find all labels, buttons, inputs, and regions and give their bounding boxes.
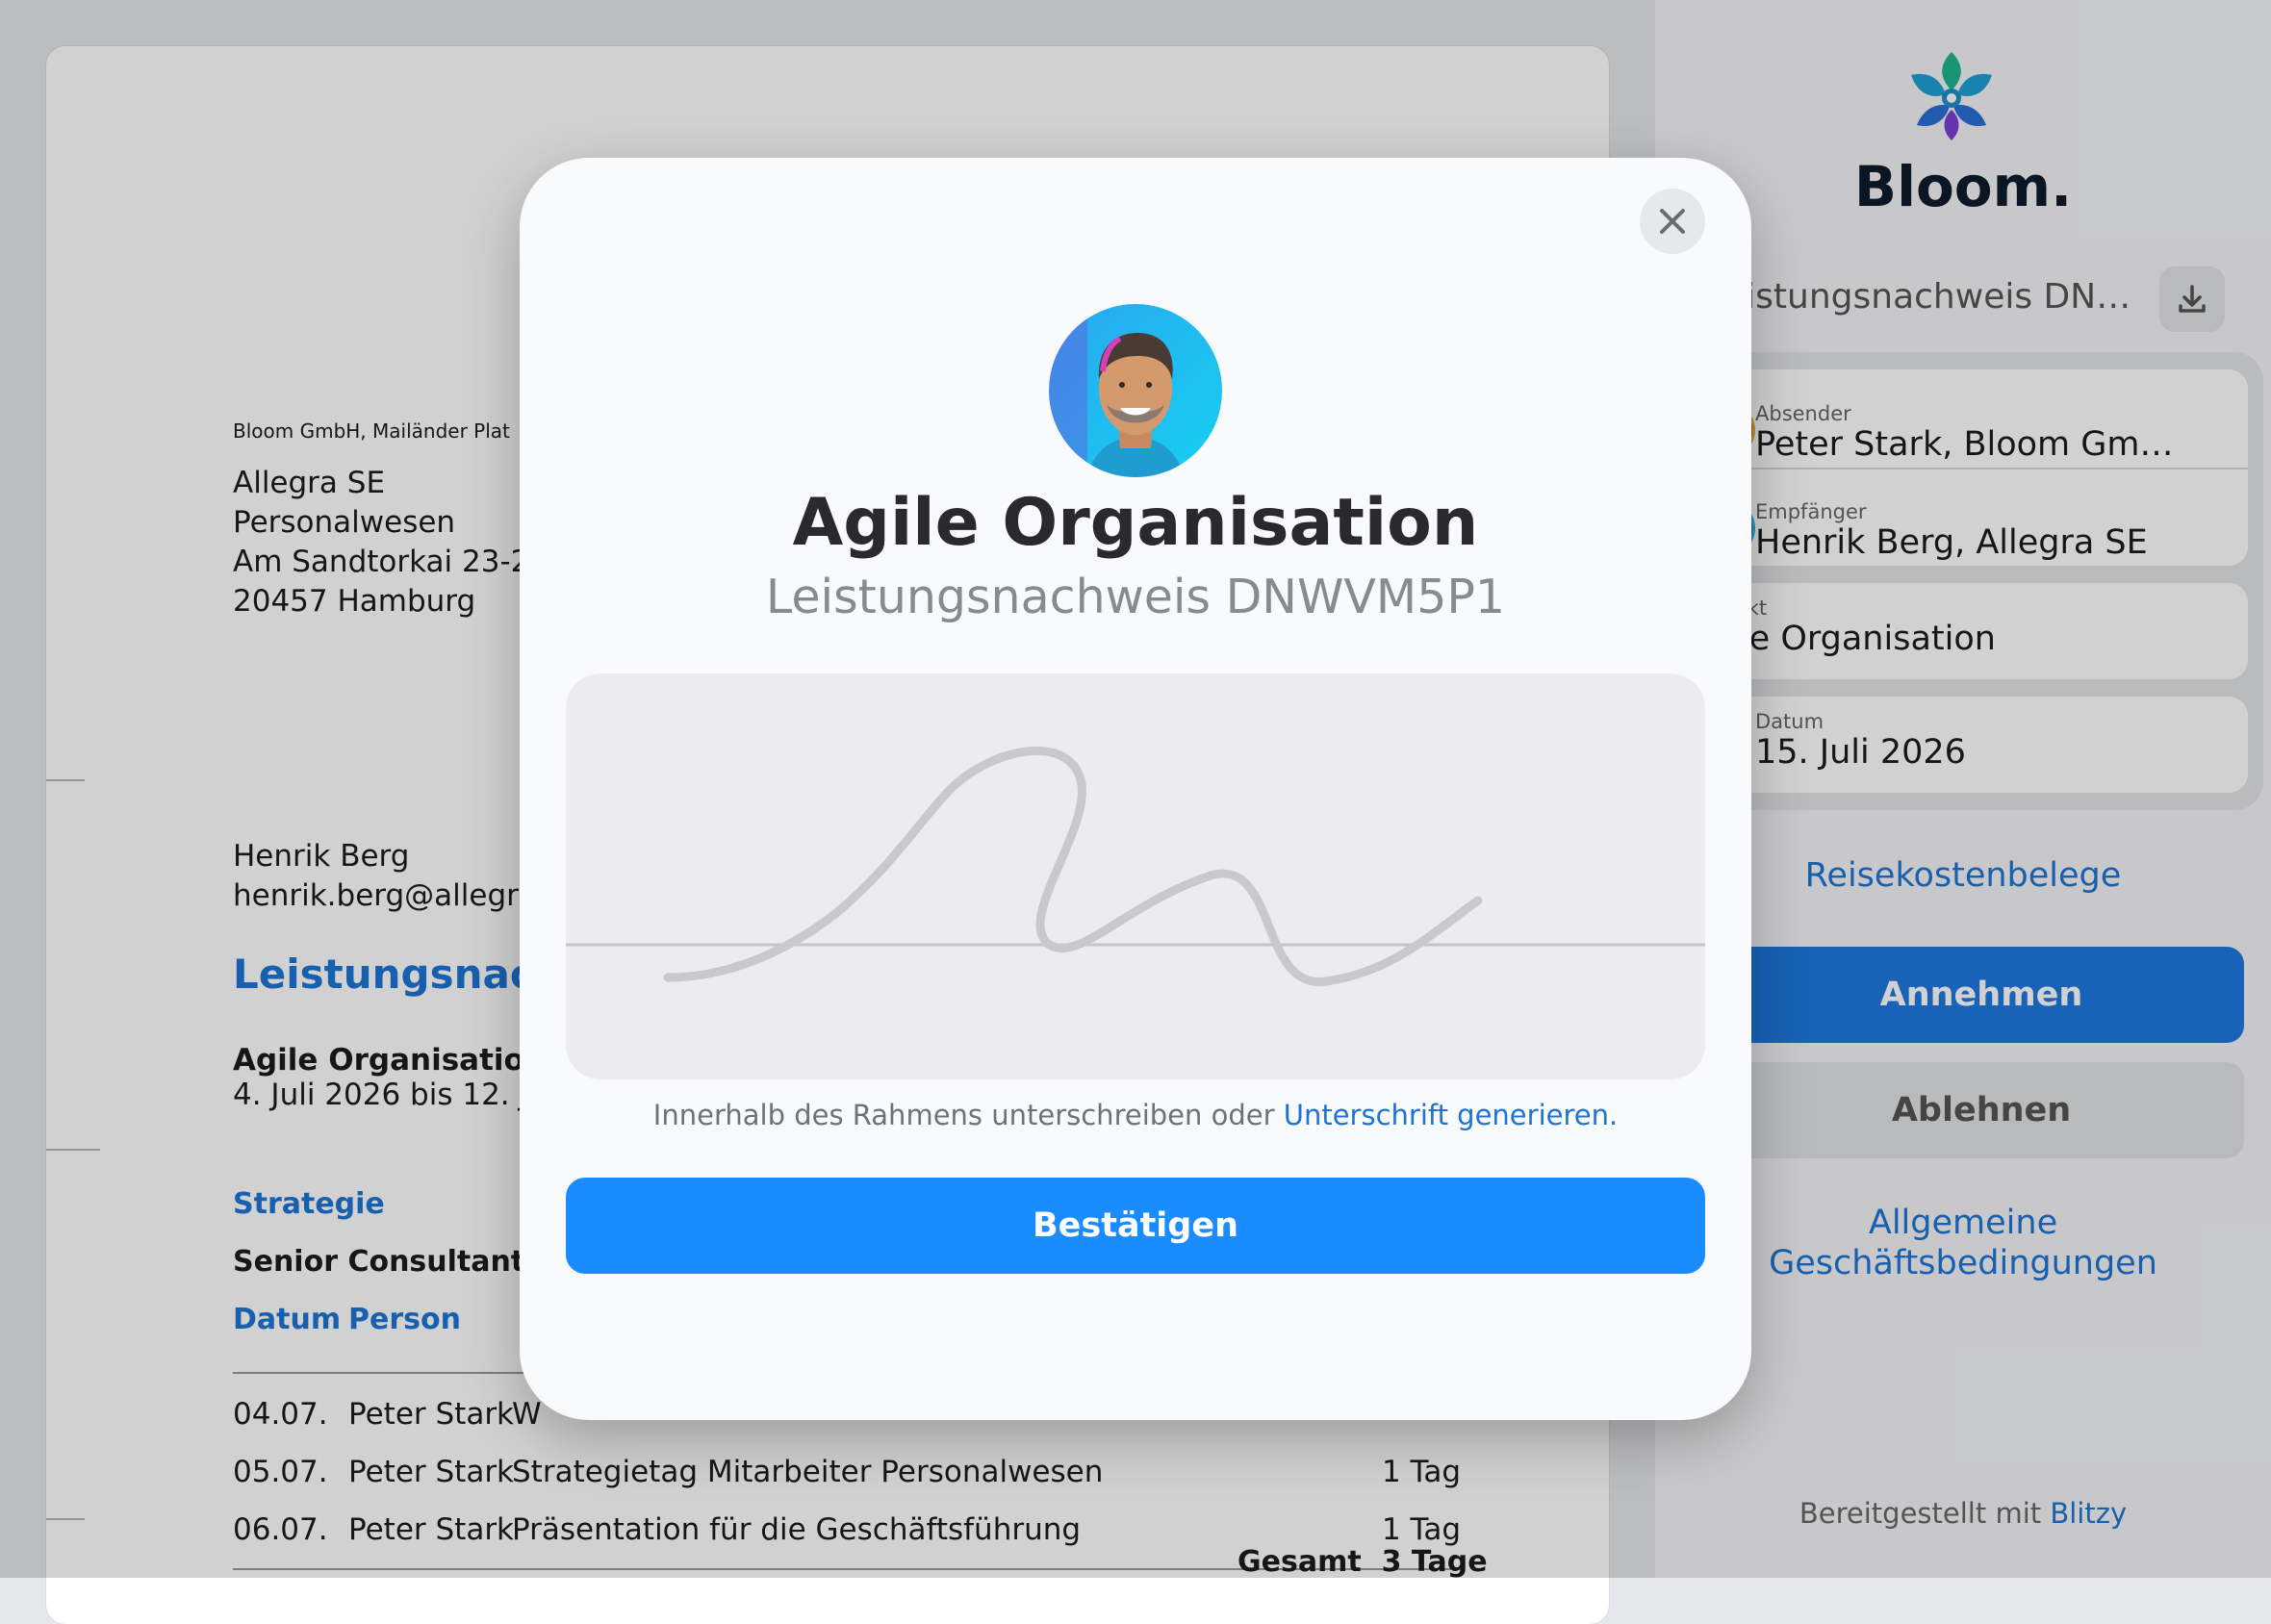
signature-stroke xyxy=(663,746,1483,986)
close-button[interactable] xyxy=(1640,189,1705,254)
signature-dialog: Agile Organisation Leistungsnachweis DNW… xyxy=(520,158,1751,1420)
generate-signature-link[interactable]: Unterschrift generieren. xyxy=(1284,1099,1618,1131)
dialog-subtitle: Leistungsnachweis DNWVM5P1 xyxy=(765,570,1506,624)
signature-pad[interactable] xyxy=(566,673,1705,1079)
signature-hint: Innerhalb des Rahmens unterschreiben ode… xyxy=(652,1099,1619,1131)
confirm-button[interactable]: Bestätigen xyxy=(566,1178,1705,1274)
dialog-title: Agile Organisation xyxy=(792,485,1479,561)
user-avatar xyxy=(1049,304,1222,477)
close-icon xyxy=(1660,209,1685,234)
